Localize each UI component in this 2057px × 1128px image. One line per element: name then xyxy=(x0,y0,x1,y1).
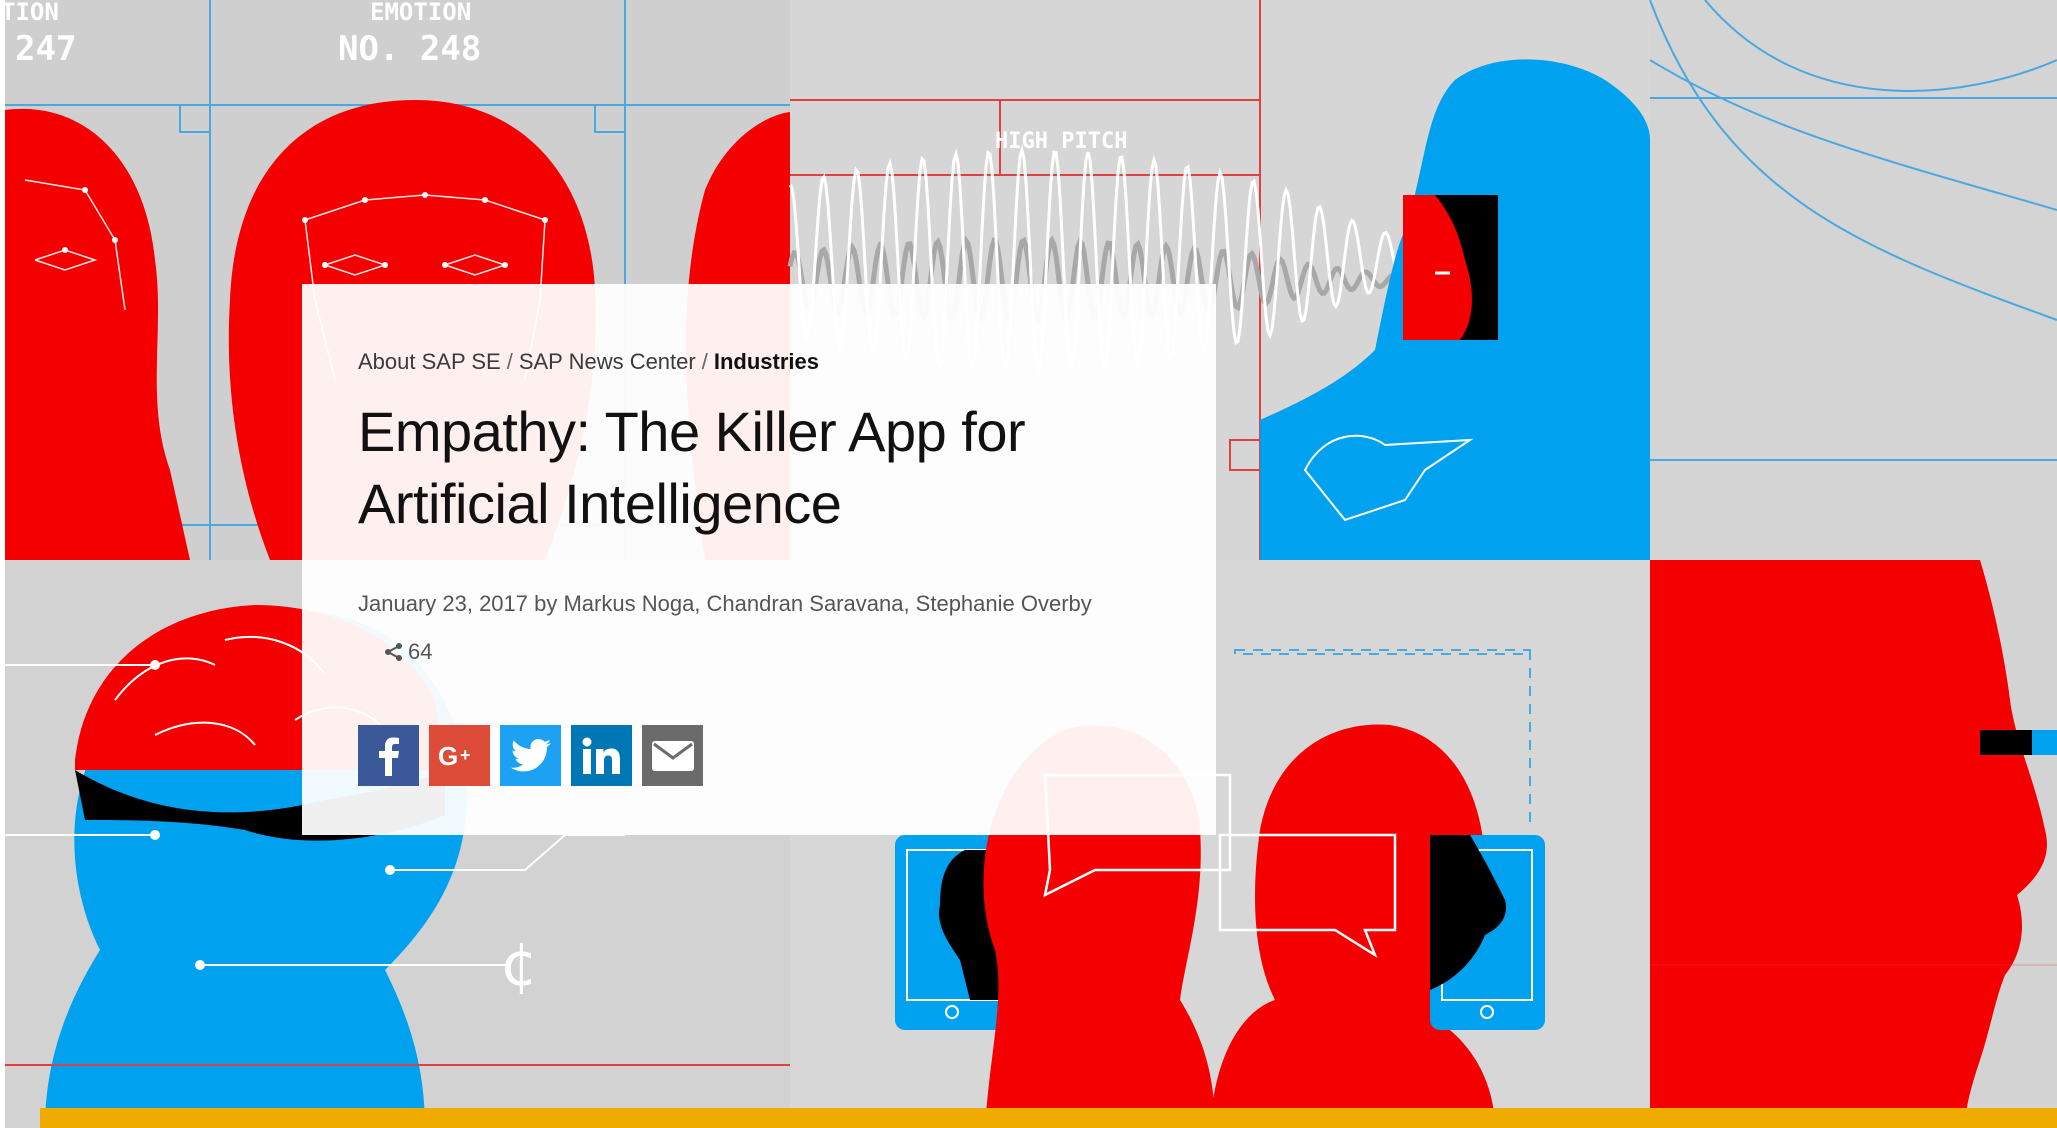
svg-text:¢: ¢ xyxy=(500,930,538,1000)
breadcrumb: About SAP SE / SAP News Center / Industries xyxy=(358,346,1160,378)
twitter-share-button[interactable] xyxy=(500,725,561,786)
emotion-label-left: TION xyxy=(5,0,59,26)
social-share-buttons: G + xyxy=(358,725,1160,786)
article-title: Empathy: The Killer App for Artificial I… xyxy=(358,400,1026,535)
emotion-number-left: 247 xyxy=(15,29,76,69)
breadcrumb-link-about-sap[interactable]: About SAP SE xyxy=(358,349,501,374)
twitter-icon xyxy=(510,738,551,771)
pitch-label: HIGH PITCH xyxy=(995,129,1127,154)
breadcrumb-link-news-center[interactable]: SAP News Center xyxy=(519,349,696,374)
breadcrumb-separator: / xyxy=(506,349,513,374)
email-share-button[interactable] xyxy=(642,725,703,786)
facebook-icon xyxy=(378,737,399,776)
svg-text:+: + xyxy=(460,745,471,765)
share-icon xyxy=(384,631,404,679)
breadcrumb-separator: / xyxy=(701,349,708,374)
emotion-label-right: EMOTION xyxy=(370,0,471,26)
facebook-share-button[interactable] xyxy=(358,725,419,786)
linkedin-icon xyxy=(582,737,620,774)
linkedin-share-button[interactable] xyxy=(571,725,632,786)
svg-text:G: G xyxy=(438,741,458,771)
emotion-number-right: NO. 248 xyxy=(338,29,481,69)
google-plus-icon: G + xyxy=(438,741,471,771)
share-count: 64 xyxy=(384,639,432,664)
email-icon xyxy=(651,740,694,771)
article-header-card: About SAP SE / SAP News Center / Industries … xyxy=(302,284,1216,835)
byline-text: January 23, 2017 by Markus Noga, Chandra… xyxy=(358,591,1092,616)
google-plus-share-button[interactable]: G + xyxy=(429,725,490,786)
article-byline: January 23, 2017 by Markus Noga, Chandra… xyxy=(358,580,1098,679)
share-count-value: 64 xyxy=(408,639,433,664)
breadcrumb-link-industries[interactable]: Industries xyxy=(714,349,819,374)
accent-bar xyxy=(40,1108,2057,1128)
